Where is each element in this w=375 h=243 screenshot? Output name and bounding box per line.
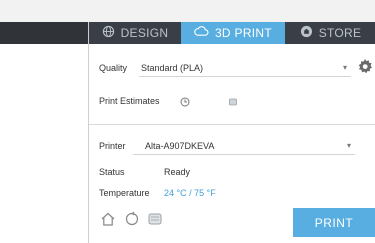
tab-store-label: STORE	[318, 26, 362, 40]
tab-3d-print-label: 3D PRINT	[214, 26, 273, 40]
gear-icon[interactable]	[357, 58, 373, 79]
print-button[interactable]: PRINT	[293, 208, 375, 237]
left-canvas-area	[0, 22, 88, 243]
left-toolbar-strip	[0, 22, 88, 44]
home-icon[interactable]	[100, 211, 116, 232]
top-tab-bar: DESIGN 3D PRINT STORE	[89, 22, 375, 44]
quality-select[interactable]: Standard (PLA) ▾	[139, 60, 351, 77]
quality-value: Standard (PLA)	[141, 63, 204, 73]
rotate-icon[interactable]	[124, 211, 140, 232]
tab-3d-print[interactable]: 3D PRINT	[181, 22, 285, 44]
globe-icon	[102, 25, 115, 41]
temperature-value: 24 °C / 75 °F	[164, 188, 216, 198]
filament-spool-icon[interactable]	[147, 211, 163, 232]
chevron-down-icon: ▾	[346, 141, 351, 150]
section-divider	[89, 124, 375, 125]
filament-spool-icon	[228, 94, 238, 112]
cloud-print-icon	[194, 25, 209, 41]
tab-store[interactable]: STORE	[285, 22, 375, 44]
tab-design-label: DESIGN	[120, 26, 169, 40]
status-label: Status	[99, 167, 125, 177]
quality-label: Quality	[99, 63, 128, 73]
print-panel: DESIGN 3D PRINT STORE Quality Standard (…	[88, 22, 375, 243]
printer-value: Alta-A907DKEVA	[145, 141, 215, 151]
printer-label: Printer	[99, 141, 126, 151]
tab-design[interactable]: DESIGN	[89, 22, 181, 44]
printer-select[interactable]: Alta-A907DKEVA ▾	[133, 138, 355, 155]
store-icon	[300, 25, 313, 41]
chevron-down-icon: ▾	[342, 63, 347, 72]
clock-icon	[180, 94, 190, 112]
status-value: Ready	[164, 167, 191, 177]
window-titlebar	[0, 0, 375, 23]
print-estimates-label: Print Estimates	[99, 96, 160, 106]
temperature-label: Temperature	[99, 188, 150, 198]
